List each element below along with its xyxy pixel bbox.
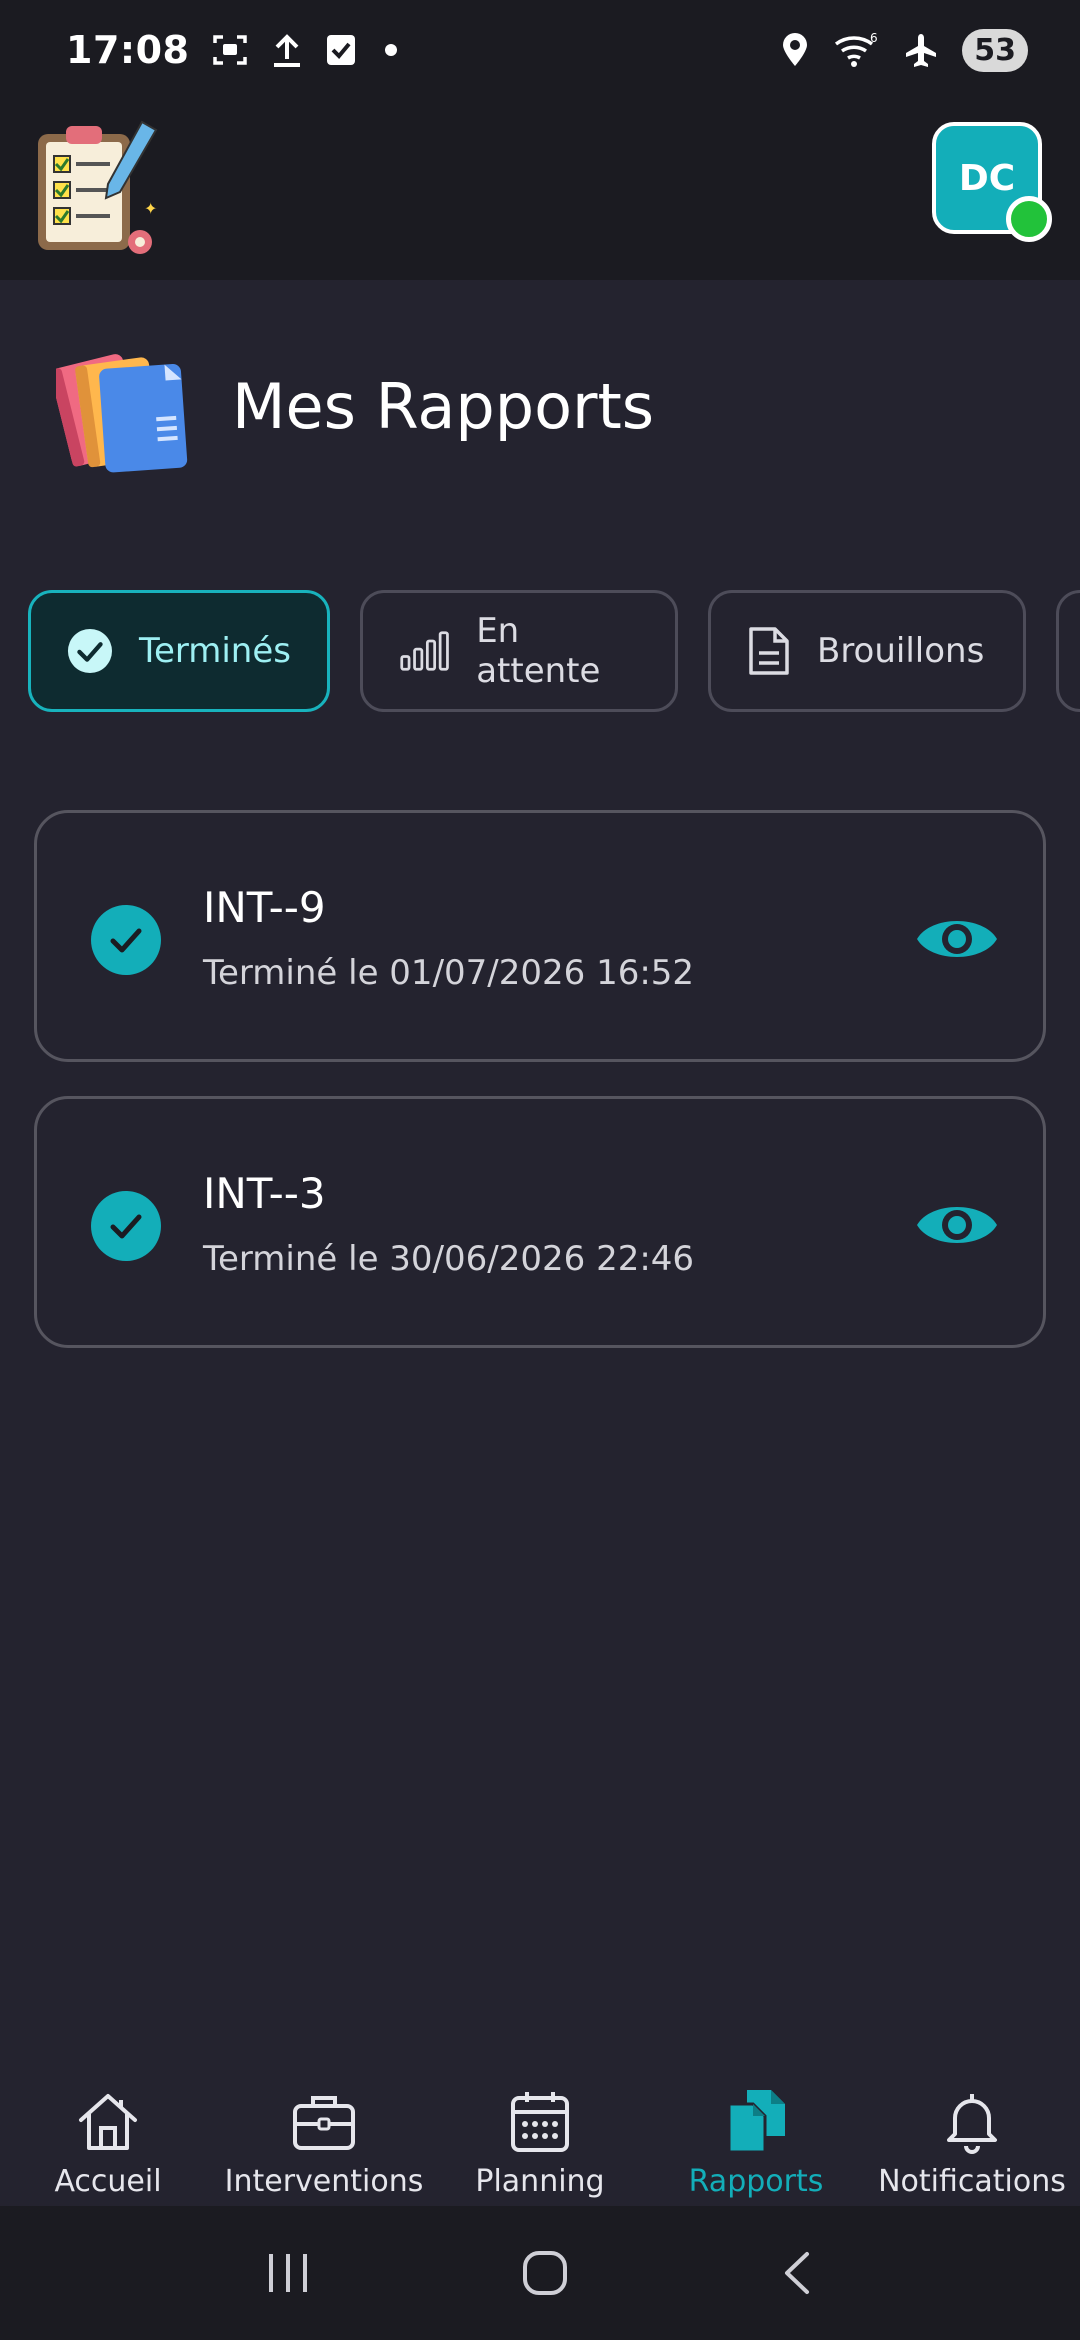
check-icon — [91, 1191, 161, 1261]
svg-text:6: 6 — [870, 31, 878, 45]
status-left: 17:08 — [66, 28, 403, 72]
clipboard-checklist-logo: ✦ — [38, 120, 157, 254]
nav-label: Rapports — [688, 2164, 824, 2199]
page-header: Mes Rapports — [56, 336, 654, 476]
report-status: Terminé le 30/06/2026 22:46 — [203, 1239, 695, 1279]
report-id: INT--9 — [203, 883, 326, 932]
app-header: ✦ DC — [0, 100, 1080, 280]
status-bar: 17:08 6 53 — [0, 0, 1080, 100]
online-status-dot — [1006, 196, 1052, 242]
report-id: INT--3 — [203, 1169, 326, 1218]
nav-label: Accueil — [54, 2164, 162, 2199]
nav-item-accueil[interactable]: Accueil — [0, 2066, 216, 2206]
eye-icon[interactable] — [915, 907, 999, 971]
back-icon[interactable] — [777, 2248, 817, 2298]
filter-chip-label: Terminés — [138, 631, 291, 671]
wifi-icon: 6 — [835, 31, 878, 67]
recent-apps-icon[interactable] — [263, 2250, 313, 2296]
nav-label: Notifications — [878, 2164, 1066, 2199]
nav-item-notifications[interactable]: Notifications — [864, 2066, 1080, 2206]
report-card[interactable]: INT--9 Terminé le 01/07/2026 16:52 — [34, 810, 1046, 1062]
check-icon — [91, 905, 161, 975]
home-icon — [79, 2094, 137, 2150]
upload-icon — [274, 34, 301, 67]
report-status: Terminé le 01/07/2026 16:52 — [203, 953, 695, 993]
check-circle-icon — [67, 628, 112, 674]
bell-icon — [947, 2094, 997, 2154]
avatar-initials: DC — [958, 157, 1016, 199]
nav-item-rapports[interactable]: Rapports — [648, 2066, 864, 2206]
nav-label: Planning — [475, 2164, 605, 2199]
status-right: 6 53 — [780, 28, 1028, 72]
svg-text:✦: ✦ — [144, 199, 157, 218]
filter-chip-termines[interactable]: Terminés — [28, 590, 330, 712]
screenshot-icon — [213, 35, 248, 65]
documents-icon — [727, 2090, 785, 2154]
system-navigation-bar — [0, 2206, 1080, 2340]
bottom-navigation: Accueil Interventions Planning Rapports — [0, 2066, 1080, 2206]
filter-chip-brouillons[interactable]: Brouillons — [708, 590, 1026, 712]
filter-chips: Terminés En attente Brouillons — [28, 590, 1080, 714]
home-button-icon[interactable] — [520, 2248, 570, 2298]
signal-bars-icon — [400, 631, 449, 671]
filter-chip-label: Brouillons — [817, 631, 985, 671]
document-icon — [749, 627, 789, 675]
filter-chip-more[interactable] — [1056, 590, 1080, 712]
battery-icon: 53 — [962, 28, 1028, 72]
briefcase-icon — [293, 2096, 355, 2150]
folders-icon — [56, 354, 188, 473]
filter-chip-label: En attente — [476, 611, 601, 691]
airplane-icon — [906, 34, 937, 67]
eye-icon[interactable] — [915, 1193, 999, 1257]
calendar-icon — [511, 2092, 569, 2152]
nav-item-planning[interactable]: Planning — [432, 2066, 648, 2206]
checkbox-icon — [327, 35, 356, 65]
page-title: Mes Rapports — [232, 369, 655, 443]
location-icon — [783, 33, 808, 66]
nav-item-interventions[interactable]: Interventions — [216, 2066, 432, 2206]
dot-icon — [385, 44, 398, 56]
status-time: 17:08 — [66, 28, 190, 72]
report-card[interactable]: INT--3 Terminé le 30/06/2026 22:46 — [34, 1096, 1046, 1348]
nav-label: Interventions — [224, 2164, 424, 2199]
filter-chip-en-attente[interactable]: En attente — [360, 590, 678, 712]
